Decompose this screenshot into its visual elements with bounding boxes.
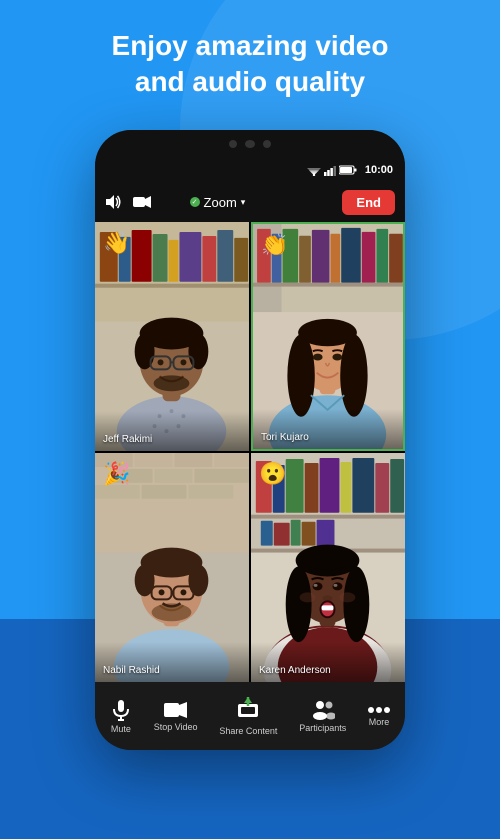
- dots-icon: [368, 706, 390, 714]
- jeff-video: [95, 222, 249, 451]
- end-button[interactable]: End: [342, 190, 395, 215]
- dropdown-chevron[interactable]: ▾: [241, 197, 246, 208]
- phone-speaker: [245, 140, 255, 148]
- jeff-emoji: 👋: [103, 230, 130, 256]
- video-icon: [164, 701, 188, 719]
- meeting-name: Zoom: [204, 195, 237, 210]
- nabil-name: Nabil Rashid: [103, 665, 160, 676]
- tori-emoji: 👏: [261, 232, 288, 258]
- stop-video-label: Stop Video: [154, 722, 198, 732]
- participant-cell-nabil: 🎉 Nabil Rashid: [95, 453, 249, 682]
- participants-label: Participants: [299, 723, 346, 733]
- nabil-video: [95, 453, 249, 682]
- camera-icon[interactable]: [133, 195, 151, 209]
- bottom-toolbar: Mute Stop Video Share Content: [95, 682, 405, 750]
- jeff-name: Jeff Rakimi: [103, 434, 152, 445]
- signal-icon: [324, 165, 336, 176]
- stop-video-button[interactable]: Stop Video: [144, 695, 208, 738]
- participant-cell-tori: 👏 Tori Kujaro: [251, 222, 405, 451]
- header-line1: Enjoy amazing video: [112, 30, 389, 61]
- battery-icon: [339, 165, 357, 175]
- nabil-emoji: 🎉: [103, 461, 130, 487]
- header-text: Enjoy amazing video and audio quality: [0, 28, 500, 101]
- tori-name: Tori Kujaro: [261, 432, 309, 443]
- participants-button[interactable]: Participants: [289, 694, 356, 739]
- more-button[interactable]: More: [358, 700, 400, 733]
- share-label: Share Content: [219, 726, 277, 736]
- zoom-badge: ✓ Zoom ▾: [190, 195, 246, 210]
- mic-icon: [110, 699, 132, 721]
- share-icon: [237, 696, 259, 718]
- phone-bezel: [95, 130, 405, 158]
- status-icons: [307, 165, 357, 176]
- zoom-toolbar: ✓ Zoom ▾ End: [95, 182, 405, 222]
- front-sensor: [263, 140, 271, 148]
- participant-cell-jeff: 👋 Jeff Rakimi: [95, 222, 249, 451]
- mute-button[interactable]: Mute: [100, 693, 142, 740]
- connected-dot: ✓: [190, 197, 200, 207]
- share-content-button[interactable]: Share Content: [209, 690, 287, 742]
- status-time: 10:00: [365, 164, 393, 176]
- mute-label: Mute: [111, 724, 131, 734]
- people-icon: [311, 700, 335, 720]
- video-grid: 👋 Jeff Rakimi: [95, 222, 405, 682]
- phone-device: 10:00 ✓ Zoom ▾ End: [95, 130, 405, 750]
- participant-cell-karen: 😮 Karen Anderson: [251, 453, 405, 682]
- karen-emoji: 😮: [259, 461, 286, 487]
- more-label: More: [369, 717, 390, 727]
- speaker-icon[interactable]: [105, 194, 123, 210]
- status-bar: 10:00: [95, 158, 405, 182]
- header-line2: and audio quality: [135, 66, 365, 97]
- karen-video: [251, 453, 405, 682]
- karen-name: Karen Anderson: [259, 665, 331, 676]
- wifi-icon: [307, 165, 321, 176]
- front-camera: [229, 140, 237, 148]
- share-icon-wrapper: [237, 696, 259, 723]
